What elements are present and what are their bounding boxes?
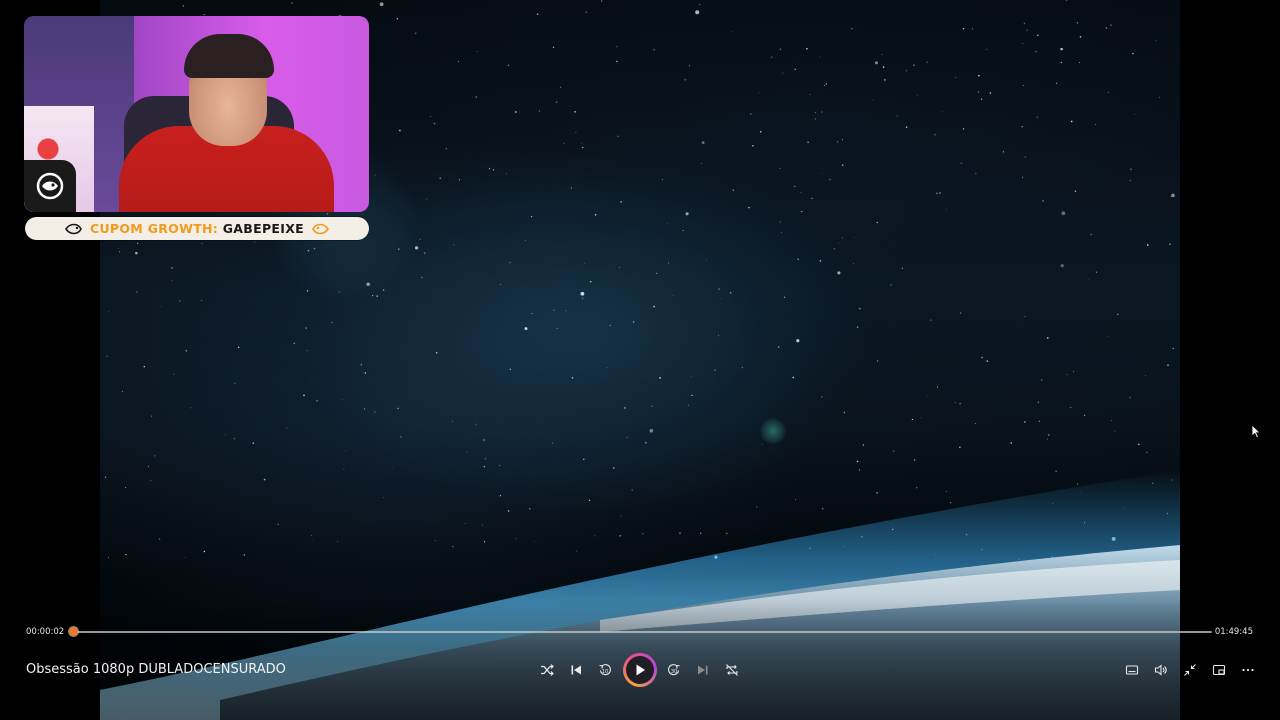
skip-next-icon — [698, 665, 708, 675]
seek-bar[interactable] — [69, 627, 1212, 636]
shuffle-icon — [541, 664, 554, 676]
svg-text:10: 10 — [602, 669, 608, 675]
lens-flare — [760, 418, 786, 444]
play-button-inner — [626, 656, 654, 684]
repeat-button[interactable] — [721, 659, 743, 681]
miniplayer-button[interactable] — [1208, 659, 1230, 681]
webcam-person-hair — [184, 34, 274, 78]
shuffle-button[interactable] — [536, 659, 558, 681]
fish-logo-icon — [36, 172, 64, 200]
more-button[interactable] — [1237, 659, 1259, 681]
channel-logo — [24, 160, 76, 212]
captions-icon — [1125, 665, 1139, 675]
rewind-10-icon: 10 — [599, 664, 611, 676]
play-icon — [636, 664, 645, 676]
coupon-banner: CUPOM GROWTH: GABEPEIXE — [25, 217, 369, 240]
total-duration: 01:49:45 — [1214, 627, 1253, 637]
rewind-10-button[interactable]: 10 — [594, 659, 616, 681]
previous-button[interactable] — [565, 659, 587, 681]
play-button[interactable] — [623, 653, 657, 687]
fish-icon — [312, 223, 329, 234]
media-title: Obsessão 1080p DUBLADOCENSURADO — [26, 662, 286, 677]
forward-30-icon: 30 — [668, 664, 680, 676]
fish-icon — [65, 223, 82, 234]
coupon-text: CUPOM GROWTH: GABEPEIXE — [90, 221, 304, 236]
repeat-off-icon — [726, 664, 738, 676]
svg-text:30: 30 — [671, 669, 677, 675]
captions-button[interactable] — [1121, 659, 1143, 681]
coupon-label: CUPOM GROWTH: — [90, 221, 219, 236]
more-icon — [1242, 668, 1254, 672]
forward-30-button[interactable]: 30 — [663, 659, 685, 681]
elapsed-time: 00:00:02 — [26, 627, 65, 637]
next-button[interactable] — [692, 659, 714, 681]
miniplayer-icon — [1212, 664, 1226, 676]
coupon-code: GABEPEIXE — [222, 221, 304, 236]
skip-previous-icon — [571, 665, 581, 675]
volume-button[interactable] — [1150, 659, 1172, 681]
seek-thumb[interactable] — [69, 627, 78, 636]
exit-fullscreen-icon — [1184, 664, 1196, 676]
mouse-cursor-icon — [1251, 424, 1261, 439]
streamer-webcam — [24, 16, 369, 212]
exit-fullscreen-button[interactable] — [1179, 659, 1201, 681]
volume-icon — [1154, 664, 1167, 676]
media-player-window: CUPOM GROWTH: GABEPEIXE 00:00:02 01:49:4… — [0, 0, 1280, 720]
